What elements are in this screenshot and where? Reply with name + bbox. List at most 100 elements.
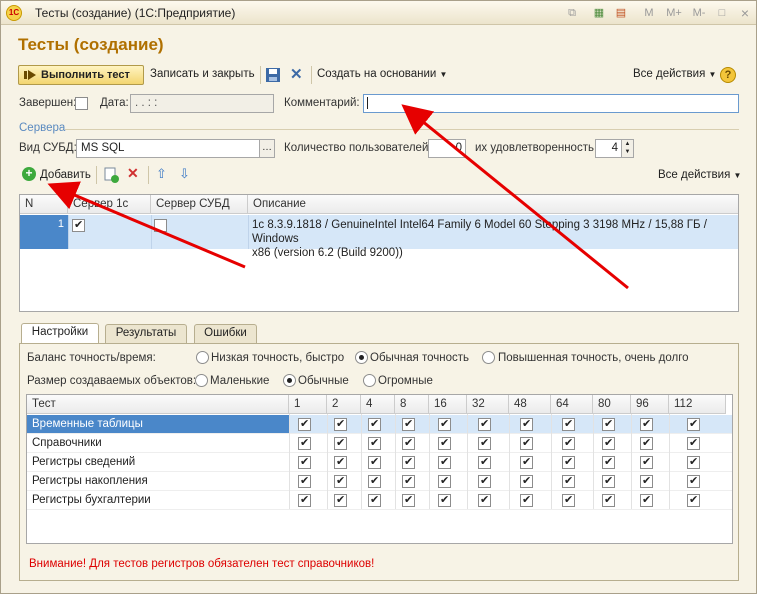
thread-checkbox[interactable] — [438, 474, 451, 488]
row-number[interactable]: 1 — [20, 215, 68, 249]
tests-grid[interactable]: Тест 1 2 4 8 16 32 48 64 80 96 112 Временные таблицы… — [26, 394, 733, 544]
test-name-cell[interactable]: Временные таблицы — [27, 415, 289, 434]
thread-checkbox[interactable] — [520, 493, 533, 507]
thread-checkbox[interactable] — [602, 455, 615, 469]
maximize-button[interactable]: □ — [714, 5, 730, 21]
thread-checkbox[interactable] — [334, 417, 347, 431]
column-header-threads[interactable]: 96 — [631, 395, 669, 414]
test-name-cell[interactable]: Регистры накопления — [27, 472, 289, 491]
balance-high-radio[interactable] — [482, 351, 495, 364]
move-down-icon[interactable]: ⇩ — [179, 166, 190, 182]
memory-minus-button[interactable]: M- — [689, 5, 709, 21]
memory-plus-button[interactable]: M+ — [663, 5, 685, 21]
thread-checkbox[interactable] — [402, 474, 415, 488]
thread-checkbox[interactable] — [640, 436, 653, 450]
servers-table[interactable]: N Сервер 1с Сервер СУБД Описание 1 1c 8.… — [19, 194, 739, 312]
dbms-select-button[interactable]: … — [259, 139, 275, 158]
memory-m-button[interactable]: M — [641, 5, 657, 21]
add-icon[interactable]: + — [22, 167, 36, 181]
thread-checkbox[interactable] — [520, 417, 533, 431]
size-small-label[interactable]: Маленькие — [210, 375, 269, 387]
balance-low-radio[interactable] — [196, 351, 209, 364]
thread-checkbox[interactable] — [402, 493, 415, 507]
help-icon[interactable]: ? — [720, 67, 736, 83]
spin-up-icon[interactable]: ▲ — [622, 140, 633, 148]
test-name-cell[interactable]: Регистры сведений — [27, 453, 289, 472]
thread-checkbox[interactable] — [438, 417, 451, 431]
thread-checkbox[interactable] — [520, 474, 533, 488]
thread-checkbox[interactable] — [687, 455, 700, 469]
delete-mark-icon[interactable]: ✕ — [290, 65, 303, 83]
thread-checkbox[interactable] — [562, 436, 575, 450]
save-close-button[interactable]: Записать и закрыть — [150, 68, 255, 80]
thread-checkbox[interactable] — [520, 455, 533, 469]
test-name-cell[interactable]: Регистры бухгалтерии — [27, 491, 289, 510]
calculator-icon[interactable]: ▦ — [591, 5, 607, 21]
column-header-n[interactable]: N — [20, 195, 68, 214]
column-header-threads[interactable]: 48 — [509, 395, 551, 414]
thread-checkbox[interactable] — [602, 436, 615, 450]
dbms-field[interactable]: MS SQL — [76, 139, 260, 158]
column-header-server-dbms[interactable]: Сервер СУБД — [151, 195, 248, 214]
column-header-threads[interactable]: 64 — [551, 395, 593, 414]
table-row[interactable] — [289, 472, 732, 491]
thread-checkbox[interactable] — [478, 417, 491, 431]
size-small-radio[interactable] — [195, 374, 208, 387]
size-huge-radio[interactable] — [363, 374, 376, 387]
table-row[interactable] — [289, 415, 732, 434]
thread-checkbox[interactable] — [687, 417, 700, 431]
link-icon[interactable]: ⧉ — [564, 5, 580, 21]
size-huge-label[interactable]: Огромные — [378, 375, 433, 387]
column-header-threads[interactable]: 2 — [327, 395, 361, 414]
table-row[interactable] — [289, 453, 732, 472]
comment-field[interactable] — [363, 94, 739, 113]
thread-checkbox[interactable] — [368, 455, 381, 469]
users-count-field[interactable]: 0 — [428, 139, 466, 158]
thread-checkbox[interactable] — [334, 455, 347, 469]
thread-checkbox[interactable] — [520, 436, 533, 450]
size-normal-label[interactable]: Обычные — [298, 375, 349, 387]
thread-checkbox[interactable] — [687, 436, 700, 450]
thread-checkbox[interactable] — [687, 474, 700, 488]
thread-checkbox[interactable] — [334, 474, 347, 488]
create-based-menu[interactable]: Создать на основании ▼ — [317, 68, 447, 80]
test-name-cell[interactable]: Справочники — [27, 434, 289, 453]
row-description[interactable]: 1c 8.3.9.1818 / GenuineIntel Intel64 Fam… — [252, 218, 736, 260]
server-1c-checkbox[interactable] — [72, 218, 85, 232]
thread-checkbox[interactable] — [640, 417, 653, 431]
thread-checkbox[interactable] — [640, 455, 653, 469]
close-button[interactable]: × — [737, 5, 753, 21]
copy-icon[interactable] — [103, 167, 119, 183]
thread-checkbox[interactable] — [602, 417, 615, 431]
all-actions-menu[interactable]: Все действия ▼ — [633, 68, 716, 80]
column-header-threads[interactable]: 16 — [429, 395, 467, 414]
thread-checkbox[interactable] — [368, 436, 381, 450]
thread-checkbox[interactable] — [687, 493, 700, 507]
run-test-button[interactable]: Выполнить тест — [18, 65, 144, 85]
calendar-icon[interactable]: ▤ — [613, 5, 629, 21]
tab-results[interactable]: Результаты — [105, 324, 187, 343]
thread-checkbox[interactable] — [402, 417, 415, 431]
thread-checkbox[interactable] — [368, 493, 381, 507]
thread-checkbox[interactable] — [334, 436, 347, 450]
column-header-test[interactable]: Тест — [27, 395, 289, 414]
thread-checkbox[interactable] — [438, 493, 451, 507]
column-header-threads[interactable]: 80 — [593, 395, 631, 414]
thread-checkbox[interactable] — [640, 474, 653, 488]
thread-checkbox[interactable] — [478, 455, 491, 469]
column-header-threads[interactable]: 32 — [467, 395, 509, 414]
thread-checkbox[interactable] — [438, 436, 451, 450]
column-header-threads[interactable]: 1 — [289, 395, 327, 414]
date-field[interactable]: . . : : — [130, 94, 274, 113]
thread-checkbox[interactable] — [562, 455, 575, 469]
thread-checkbox[interactable] — [478, 493, 491, 507]
balance-normal-radio[interactable] — [355, 351, 368, 364]
column-header-description[interactable]: Описание — [248, 195, 738, 214]
thread-checkbox[interactable] — [478, 436, 491, 450]
move-up-icon[interactable]: ⇧ — [156, 166, 167, 182]
column-header-threads[interactable]: 8 — [395, 395, 429, 414]
balance-low-label[interactable]: Низкая точность, быстро — [211, 352, 344, 364]
thread-checkbox[interactable] — [368, 417, 381, 431]
save-icon[interactable] — [265, 67, 281, 83]
add-server-button[interactable]: Добавить — [40, 169, 91, 181]
